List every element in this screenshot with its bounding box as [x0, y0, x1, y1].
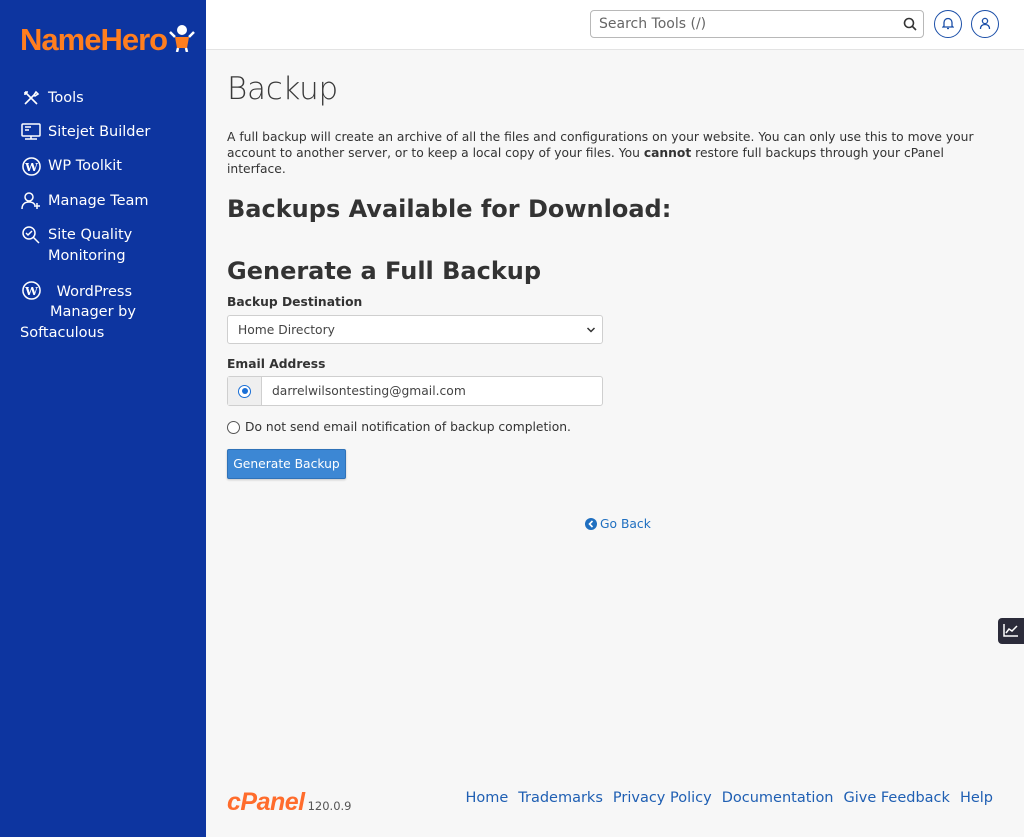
search-icon[interactable]	[897, 17, 923, 31]
sidebar: NameHero Tools Sitejet Builder W WP Tool…	[0, 0, 206, 837]
bell-icon	[941, 15, 955, 34]
intro-text: A full backup will create an archive of …	[227, 129, 987, 177]
svg-text:W: W	[24, 283, 38, 297]
email-field[interactable]: darrelwilsontesting@gmail.com	[262, 377, 466, 405]
footer-link-help[interactable]: Help	[960, 790, 993, 806]
no-email-label: Do not send email notification of backup…	[245, 420, 571, 434]
destination-value: Home Directory	[238, 322, 335, 337]
sidebar-item-manage-team[interactable]: Manage Team	[20, 191, 200, 212]
magnifier-icon	[20, 225, 42, 245]
generate-backup-heading: Generate a Full Backup	[227, 257, 542, 285]
go-back-label: Go Back	[600, 517, 651, 531]
arrow-left-circle-icon	[585, 518, 597, 530]
cpanel-wordmark: cPanel	[227, 788, 305, 816]
svg-text:W: W	[24, 159, 38, 173]
tools-icon	[20, 88, 42, 108]
user-plus-icon	[20, 191, 42, 211]
sidebar-item-label: Sitejet Builder	[48, 124, 151, 140]
wordpress-icon: W	[20, 156, 42, 176]
page-title: Backup	[227, 71, 338, 107]
cpanel-logo[interactable]: cPanel 120.0.9	[227, 789, 352, 815]
search-input[interactable]	[591, 12, 897, 36]
sidebar-item-label: Site Quality	[48, 227, 133, 243]
stats-side-tab[interactable]	[998, 618, 1024, 644]
logo-hero-part: Hero	[100, 22, 168, 57]
sidebar-item-label: Manage Team	[48, 193, 149, 209]
monitor-icon	[20, 122, 42, 142]
email-label: Email Address	[227, 357, 326, 371]
sidebar-item-label: WordPress	[56, 283, 133, 300]
email-input-group: darrelwilsontesting@gmail.com	[227, 376, 603, 406]
footer-link-feedback[interactable]: Give Feedback	[844, 790, 950, 806]
chart-line-icon	[1003, 622, 1019, 641]
sidebar-item-label: Tools	[48, 90, 84, 106]
notifications-button[interactable]	[934, 10, 962, 38]
sidebar-item-sitejet[interactable]: Sitejet Builder	[20, 122, 200, 143]
generate-backup-button[interactable]: Generate Backup	[227, 449, 346, 479]
backups-available-heading: Backups Available for Download:	[227, 195, 672, 223]
sidebar-item-label-cont: Manager by	[50, 304, 136, 320]
destination-label: Backup Destination	[227, 295, 363, 309]
user-menu-button[interactable]	[971, 10, 999, 38]
top-bar	[206, 0, 1024, 50]
intro-bold: cannot	[643, 146, 692, 160]
no-email-radio[interactable]	[227, 420, 240, 434]
go-back-link[interactable]: Go Back	[585, 517, 651, 531]
destination-select[interactable]: Home Directory	[227, 315, 603, 344]
sidebar-item-label-cont: Monitoring	[48, 247, 126, 264]
sidebar-item-wordpress-manager[interactable]: W WordPress Manager by Softaculous	[20, 280, 200, 343]
chevron-down-icon	[586, 324, 596, 338]
footer-link-documentation[interactable]: Documentation	[722, 790, 834, 806]
footer-links: Home Trademarks Privacy Policy Documenta…	[455, 790, 993, 806]
sidebar-item-wp-toolkit[interactable]: W WP Toolkit	[20, 156, 200, 177]
sidebar-item-label: WP Toolkit	[48, 158, 122, 174]
sidebar-item-tools[interactable]: Tools	[20, 88, 200, 109]
footer-link-privacy[interactable]: Privacy Policy	[613, 790, 712, 806]
logo-name-part: Name	[20, 22, 101, 57]
user-icon	[979, 15, 991, 34]
namehero-logo[interactable]: NameHero	[20, 22, 195, 58]
mascot-icon	[169, 24, 195, 56]
radio-selected-icon	[238, 384, 251, 398]
sidebar-item-site-quality[interactable]: Site Quality Monitoring	[20, 225, 200, 266]
search-box[interactable]	[590, 10, 924, 38]
cpanel-version: 120.0.9	[307, 799, 352, 813]
wordpress-icon: W	[20, 280, 42, 300]
no-email-option[interactable]: Do not send email notification of backup…	[227, 420, 571, 434]
sidebar-item-label-cont2: Softaculous	[20, 324, 105, 341]
footer-link-home[interactable]: Home	[465, 790, 508, 806]
footer-link-trademarks[interactable]: Trademarks	[518, 790, 603, 806]
email-radio[interactable]	[228, 377, 262, 405]
